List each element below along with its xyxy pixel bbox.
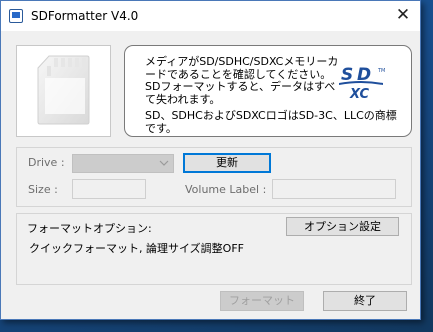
- drive-label: Drive :: [28, 156, 65, 169]
- volume-label-field[interactable]: [272, 179, 396, 199]
- sdxc-logo-icon: S D XC TM: [339, 65, 385, 100]
- sd-card-icon: [37, 55, 90, 125]
- info-message: メディアがSD/SDHC/SDXCメモリーカードであることを確認してください。S…: [145, 55, 339, 106]
- sdformatter-window: SDFormatter V4.0 ✕ メディアがSD/SDHC/SDXCメモリー…: [0, 0, 421, 320]
- size-label: Size :: [28, 183, 58, 196]
- chevron-down-icon: [159, 160, 169, 166]
- exit-button[interactable]: 終了: [323, 291, 407, 311]
- volume-label-label: Volume Label :: [185, 183, 267, 196]
- format-options-summary: クイックフォーマット, 論理サイズ調整OFF: [29, 238, 411, 278]
- format-options-group: フォーマットオプション: オプション設定 クイックフォーマット, 論理サイズ調整…: [16, 213, 412, 285]
- trademark-notice: SD、SDHCおよびSDXCロゴはSD-3C、LLCの商標です。: [145, 109, 397, 135]
- title-bar[interactable]: SDFormatter V4.0 ✕: [1, 1, 420, 31]
- info-message-box: メディアがSD/SDHC/SDXCメモリーカードであることを確認してください。S…: [124, 45, 412, 137]
- drive-group: Drive : 更新 Size : Volume Label :: [16, 147, 412, 207]
- refresh-button[interactable]: 更新: [183, 153, 271, 173]
- size-field: [72, 179, 146, 199]
- desktop-background: [421, 0, 433, 332]
- option-settings-button[interactable]: オプション設定: [286, 217, 399, 236]
- app-icon: [9, 9, 23, 23]
- svg-text:XC: XC: [349, 87, 370, 100]
- svg-text:TM: TM: [377, 68, 385, 74]
- sd-card-image-panel: [16, 45, 111, 137]
- close-button[interactable]: ✕: [386, 1, 420, 31]
- drive-select[interactable]: [72, 154, 174, 173]
- format-options-title: フォーマットオプション:: [27, 222, 152, 235]
- format-button[interactable]: フォーマット: [220, 291, 304, 311]
- window-title: SDFormatter V4.0: [31, 9, 139, 23]
